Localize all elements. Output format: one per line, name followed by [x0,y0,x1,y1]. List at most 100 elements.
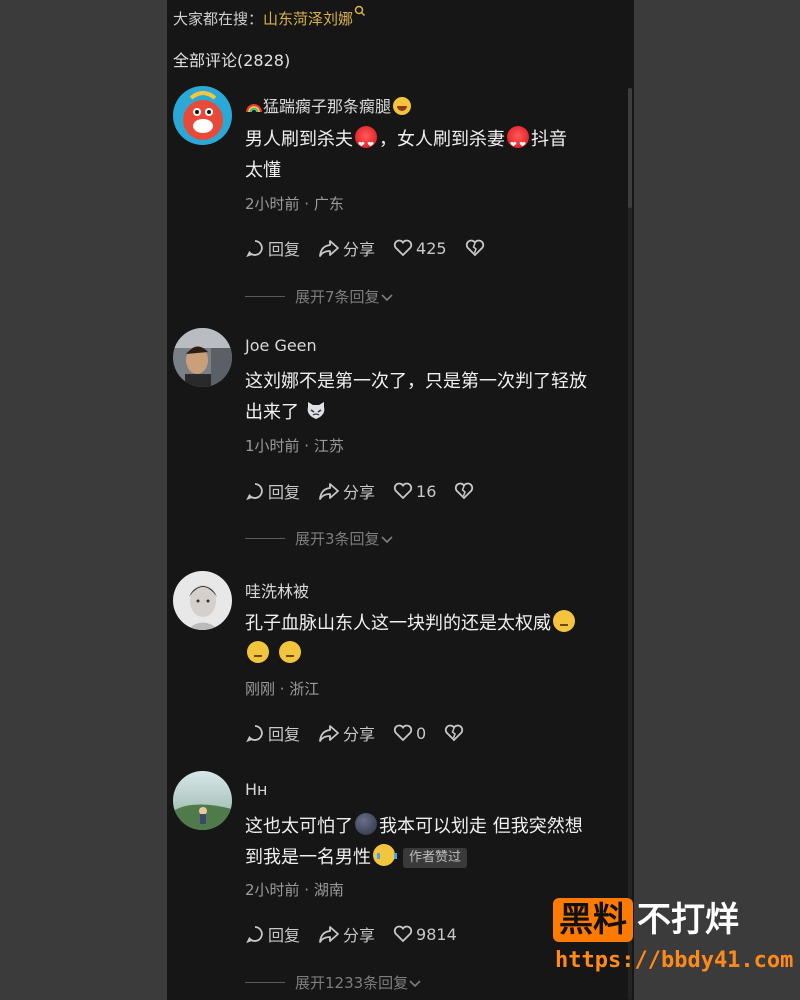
grin-emoji-icon [393,97,412,115]
crying-face-emoji-icon [373,844,397,866]
reply-label: 回复 [268,483,301,502]
divider-line [245,982,285,983]
left-letterbox [0,0,167,1000]
comment-meta: 2小时前 · 广东 [245,195,344,213]
comment-username[interactable]: Joe Geen [245,336,317,355]
dislike-button[interactable] [465,239,488,257]
comment-actions: 回复 分享 425 [245,236,506,260]
share-label: 分享 [343,240,376,259]
comment-meta: 1小时前 · 江苏 [245,437,344,455]
comment-username[interactable]: 哇洗林被 [245,578,309,602]
trending-search[interactable]: 大家都在搜：山东菏泽刘娜 [173,5,366,29]
rainbow-icon [246,104,262,113]
share-button[interactable]: 分享 [318,479,375,503]
share-button[interactable]: 分享 [318,721,375,745]
reply-label: 回复 [268,926,301,945]
expand-label: 展开7条回复 [295,288,380,306]
share-label: 分享 [343,725,376,744]
watermark-url: https://bbdy41.com [555,948,794,973]
avatar[interactable] [173,771,232,830]
comment-text-part: ，女人刷到杀妻 [379,129,505,150]
avatar[interactable] [173,86,232,145]
broken-heart-icon [465,239,484,257]
watermark-box-text: 黑料 [553,898,633,942]
comment-text-part: 我本可以划走 但我突然想 [379,816,583,837]
reply-label: 回复 [268,240,301,259]
comment-text-part: 抖音 [531,129,567,150]
reply-button[interactable]: 回复 [245,721,300,745]
heart-icon [393,925,413,943]
trending-search-term[interactable]: 山东菏泽刘娜 [263,10,353,28]
like-count: 0 [416,723,427,743]
share-button[interactable]: 分享 [318,922,375,946]
trending-search-prefix: 大家都在搜： [173,10,264,28]
search-icon[interactable] [354,5,366,17]
share-icon [319,240,339,257]
username-text: 猛踹瘸子那条瘸腿 [263,97,392,116]
scrollbar-thumb[interactable] [628,88,632,208]
dislike-button[interactable] [454,482,477,500]
comment-text-part: 这也太可怕了 [245,816,353,837]
share-icon [319,926,339,943]
neutral-face-emoji-icon [247,641,269,663]
broken-heart-icon [445,724,464,742]
comment-actions: 回复 分享 16 [245,479,495,503]
like-button[interactable]: 16 [393,482,436,501]
reply-icon [246,240,263,258]
comment-text-part: 这刘娜不是第一次了，只是第一次判了轻放 [245,371,587,392]
avatar[interactable] [173,328,232,387]
comment-meta: 2小时前 · 湖南 [245,881,344,899]
comment-text-part: 出来了 [245,402,299,423]
comment-text: 孔子血脉山东人这一块判的还是太权威 [245,608,617,670]
share-label: 分享 [343,483,376,502]
heart-eyes-emoji-icon [355,126,377,160]
reply-icon [246,926,263,944]
like-button[interactable]: 0 [393,724,426,743]
like-count: 425 [416,238,447,258]
dislike-button[interactable] [444,724,467,742]
comment-text-part: 太懂 [245,160,281,181]
reply-button[interactable]: 回复 [245,236,300,260]
share-icon [319,725,339,742]
chevron-down-icon [380,535,393,543]
expand-replies-button[interactable]: 展开3条回复 [245,528,394,549]
reply-button[interactable]: 回复 [245,922,300,946]
heart-icon [393,239,413,257]
right-letterbox [634,0,800,1000]
like-count: 9814 [416,924,457,944]
chevron-down-icon [380,293,393,301]
comments-panel: 大家都在搜：山东菏泽刘娜 全部评论(2828) 猛踹瘸子那条瘸腿 男人刷到杀夫 ，… [167,0,634,1000]
comment-text-part: 男人刷到杀夫 [245,129,353,150]
comment-username[interactable]: Hн [245,780,268,799]
dark-ball-emoji-icon [355,813,377,835]
share-label: 分享 [343,926,376,945]
avatar[interactable] [173,571,232,630]
like-count: 16 [416,481,437,501]
cat-emoji-icon [307,402,325,419]
reply-label: 回复 [268,725,301,744]
scrollbar-track[interactable] [628,88,632,1000]
comment-count: 全部评论(2828) [173,51,291,70]
expand-label: 展开1233条回复 [295,974,409,992]
like-button[interactable]: 9814 [393,925,457,944]
expand-replies-button[interactable]: 展开1233条回复 [245,972,422,993]
expand-replies-button[interactable]: 展开7条回复 [245,286,394,307]
comment-text-part: 到我是一名男性 [245,847,371,868]
divider-line [245,538,285,539]
comment-text: 这刘娜不是第一次了，只是第一次判了轻放 出来了 [245,366,617,428]
chevron-down-icon [409,979,421,987]
comment-text: 这也太可怕了 我本可以划走 但我突然想 到我是一名男性 作者赞过 [245,811,617,873]
comment-meta: 刚刚 · 浙江 [245,680,320,698]
author-liked-badge: 作者赞过 [403,848,468,868]
share-button[interactable]: 分享 [318,236,375,260]
watermark-logo: 黑料 不打烊 [553,898,739,942]
reply-button[interactable]: 回复 [245,479,300,503]
comment-text: 男人刷到杀夫 ，女人刷到杀妻 抖音太懂 [245,124,617,186]
comment-username[interactable]: 猛踹瘸子那条瘸腿 [245,93,413,117]
reply-icon [246,483,263,501]
neutral-face-emoji-icon [278,641,301,663]
comment-text-part: 孔子血脉山东人这一块判的还是太权威 [245,613,551,634]
like-button[interactable]: 425 [393,239,447,258]
watermark-rest-text: 不打烊 [637,900,739,940]
divider-line [245,296,285,297]
